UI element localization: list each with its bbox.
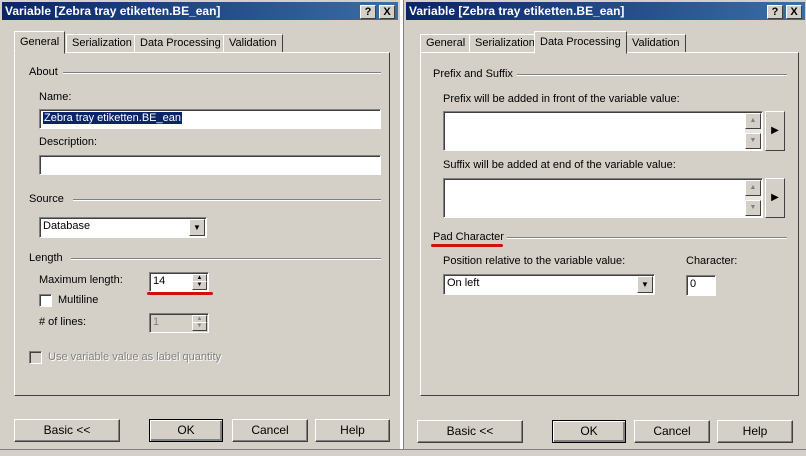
scroll-up-icon[interactable]: ▲ [745, 180, 761, 196]
group-prefix-suffix-label: Prefix and Suffix [433, 68, 513, 80]
chevron-down-icon[interactable]: ▼ [637, 276, 653, 293]
chevron-down-icon[interactable]: ▼ [189, 219, 205, 236]
pad-position-select[interactable]: On left ▼ [443, 274, 655, 295]
group-divider [517, 74, 787, 76]
pad-character-input[interactable]: 0 [686, 275, 716, 296]
lines-label: # of lines: [39, 316, 87, 328]
tab-serialization[interactable]: Serialization [66, 34, 138, 53]
description-input[interactable] [39, 155, 381, 175]
pad-position-label: Position relative to the variable value: [443, 255, 626, 267]
cancel-button[interactable]: Cancel [634, 420, 710, 443]
name-value: Zebra tray etiketten.BE_ean [43, 112, 182, 124]
label-quantity-checkbox[interactable] [29, 351, 42, 364]
group-divider [71, 258, 381, 260]
title-bar[interactable]: Variable [Zebra tray etiketten.BE_ean] ?… [406, 2, 805, 20]
source-value: Database [43, 220, 91, 232]
scroll-down-icon[interactable]: ▼ [745, 133, 761, 149]
name-input[interactable]: Zebra tray etiketten.BE_ean [39, 109, 381, 129]
ok-button[interactable]: OK [552, 420, 626, 443]
context-help-button[interactable]: ? [767, 5, 783, 19]
lines-stepper[interactable]: 1 ▲ ▼ [149, 313, 209, 333]
tab-panel-data-processing: Prefix and Suffix Prefix will be added i… [420, 52, 799, 396]
group-divider [507, 237, 787, 239]
tab-validation[interactable]: Validation [223, 34, 283, 53]
description-label: Description: [39, 136, 98, 148]
close-button[interactable]: X [379, 5, 395, 19]
pad-character-label: Character: [686, 255, 738, 267]
group-source-label: Source [29, 193, 64, 205]
basic-button[interactable]: Basic << [417, 420, 523, 443]
cancel-button[interactable]: Cancel [232, 419, 308, 442]
max-length-value: 14 [153, 275, 166, 287]
tab-panel-general: About Name: Zebra tray etiketten.BE_ean … [14, 52, 390, 396]
title-bar[interactable]: Variable [Zebra tray etiketten.BE_ean] ?… [2, 2, 398, 20]
label-quantity-label: Use variable value as label quantity [48, 351, 222, 363]
tab-general[interactable]: General [420, 34, 472, 53]
variable-dialog-data-processing: Variable [Zebra tray etiketten.BE_ean] ?… [403, 0, 806, 455]
multiline-checkbox[interactable] [39, 294, 52, 307]
group-divider [73, 199, 381, 201]
help-button[interactable]: Help [717, 420, 793, 443]
lines-value: 1 [153, 316, 160, 328]
group-about-label: About [29, 66, 58, 78]
prefix-label: Prefix will be added in front of the var… [443, 93, 680, 105]
scrollbar[interactable]: ▲ ▼ [745, 113, 761, 149]
annotation-underline [147, 292, 213, 295]
tab-data-processing[interactable]: Data Processing [134, 34, 227, 53]
close-button[interactable]: X [786, 5, 802, 19]
play-arrow-icon: ▶ [771, 192, 779, 203]
window-title: Variable [Zebra tray etiketten.BE_ean] [5, 4, 221, 18]
scroll-down-icon[interactable]: ▼ [745, 200, 761, 216]
ok-button[interactable]: OK [149, 419, 223, 442]
basic-button[interactable]: Basic << [14, 419, 120, 442]
tab-validation[interactable]: Validation [626, 34, 686, 53]
suffix-insert-button[interactable]: ▶ [765, 178, 785, 218]
tab-general[interactable]: General [14, 31, 66, 54]
play-arrow-icon: ▶ [771, 125, 779, 136]
variable-dialog-general: Variable [Zebra tray etiketten.BE_ean] ?… [0, 0, 400, 455]
max-length-stepper[interactable]: 14 ▲ ▼ [149, 272, 209, 292]
window-title: Variable [Zebra tray etiketten.BE_ean] [409, 4, 625, 18]
spin-down-icon[interactable]: ▼ [192, 281, 207, 290]
annotation-underline [431, 244, 503, 247]
group-divider [63, 72, 381, 74]
group-pad-character-label: Pad Character [433, 231, 504, 243]
scrollbar[interactable]: ▲ ▼ [745, 180, 761, 216]
name-label: Name: [39, 91, 72, 103]
source-select[interactable]: Database ▼ [39, 217, 207, 238]
multiline-label: Multiline [58, 294, 99, 306]
spin-down-icon[interactable]: ▼ [192, 322, 207, 331]
suffix-textarea[interactable]: ▲ ▼ [443, 178, 763, 218]
tab-data-processing[interactable]: Data Processing [534, 31, 627, 54]
prefix-insert-button[interactable]: ▶ [765, 111, 785, 151]
pad-position-value: On left [447, 277, 480, 289]
group-length-label: Length [29, 252, 63, 264]
max-length-label: Maximum length: [39, 274, 123, 286]
scroll-up-icon[interactable]: ▲ [745, 113, 761, 129]
prefix-textarea[interactable]: ▲ ▼ [443, 111, 763, 151]
context-help-button[interactable]: ? [360, 5, 376, 19]
help-button[interactable]: Help [315, 419, 390, 442]
suffix-label: Suffix will be added at end of the varia… [443, 159, 676, 171]
tab-serialization[interactable]: Serialization [469, 34, 541, 53]
